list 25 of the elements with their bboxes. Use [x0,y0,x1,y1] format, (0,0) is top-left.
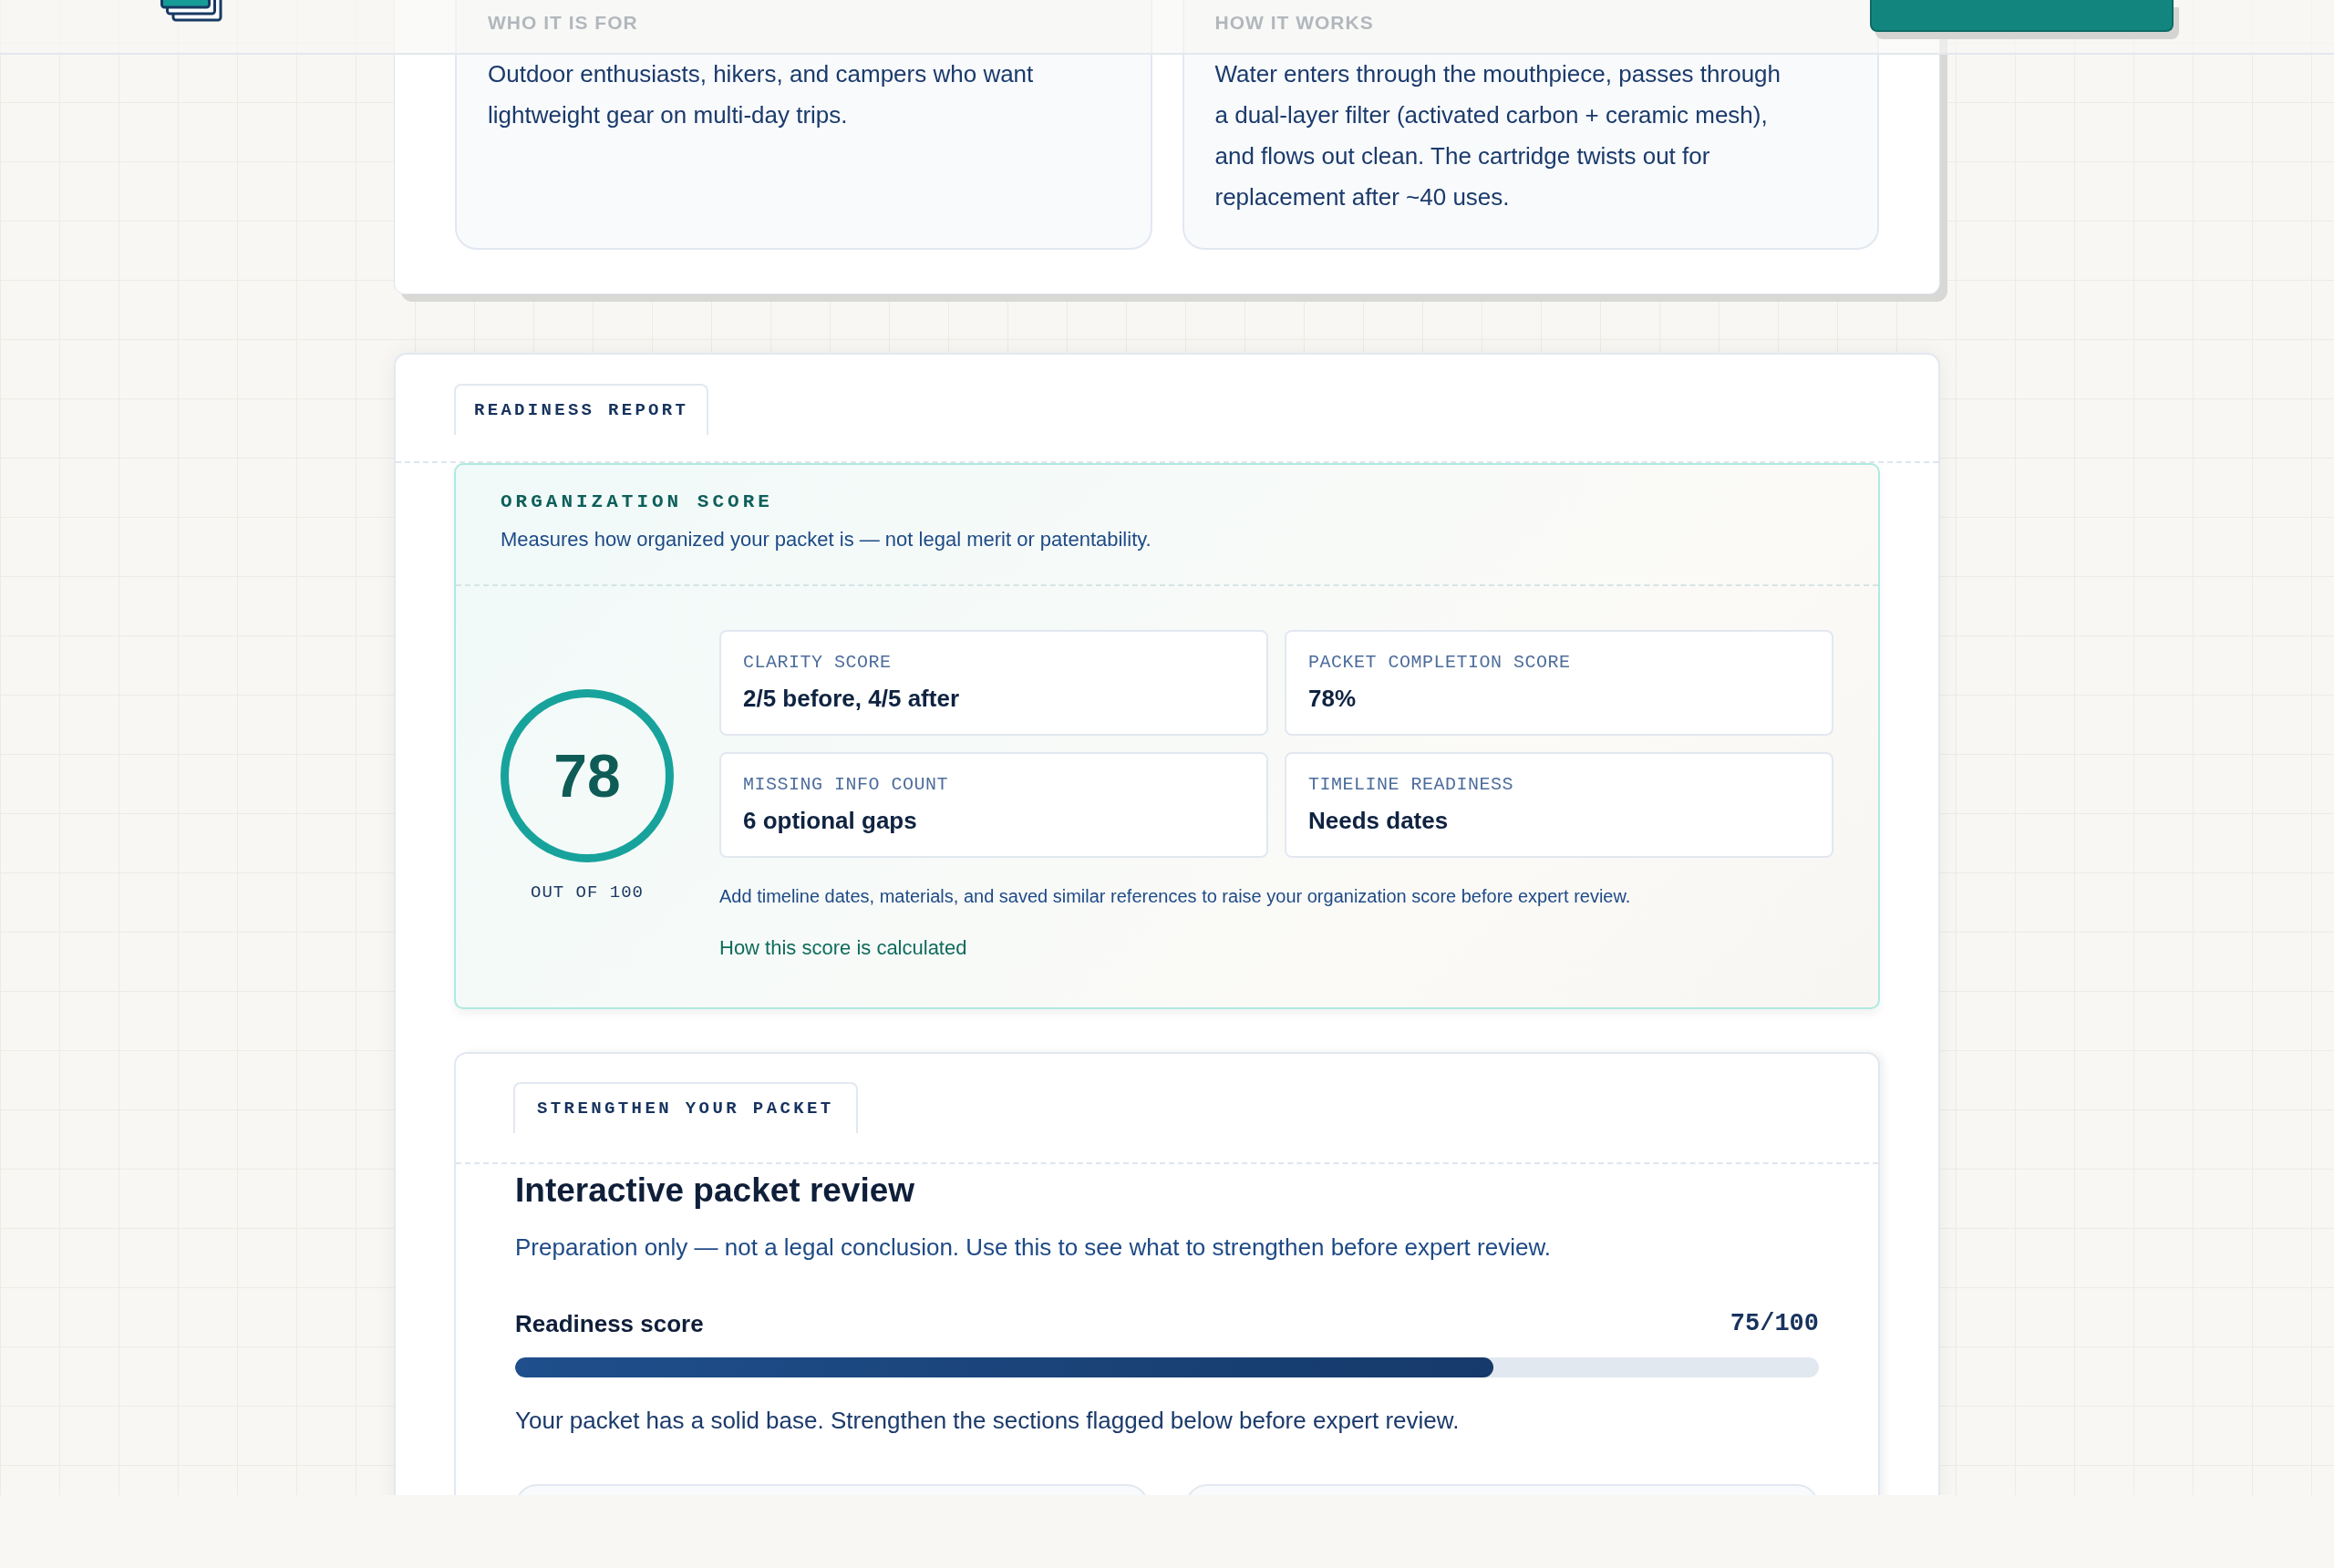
metric-label: MISSING INFO COUNT [743,774,950,796]
readiness-reading: 75/100 [1730,1309,1819,1339]
review-title: Interactive packet review [515,1171,916,1211]
score-value: 78 [553,743,621,808]
metric-value: 2/5 before, 4/5 after [743,684,960,714]
panel-subtitle: Measures how organized your packet is — not legal merit or patentability. [501,527,1152,552]
card-text: Water enters through the mouthpiece, passes through a dual-layer filter (activated carbon + ceramic mesh), and flows out clean. The cartridge twists out for replacement after ~40 uses. [1214,59,1781,212]
metric-value: 78% [1308,684,1358,714]
score-caption: OUT OF 100 [531,881,644,903]
section-label: READINESS REPORT [454,384,709,435]
review-subtitle: Preparation only — not a legal conclusion. Use this to see what to strengthen before expert review. [515,1233,1552,1263]
metric-value: Needs dates [1308,806,1450,836]
metric-value: 6 optional gaps [743,806,918,836]
metric-label: TIMELINE READINESS [1308,774,1515,796]
score-note: Add timeline dates, materials, and saved similar references to raise your organization score before expert review. [719,885,1632,908]
metric-label: CLARITY SCORE [743,652,893,674]
card-label: HOW IT WORKS [1214,12,1375,34]
section-label: STRENGTHEN YOUR PACKET [513,1082,858,1133]
panel-title: ORGANIZATION SCORE [501,490,774,514]
score-info-link[interactable]: How this score is calculated [719,934,967,962]
card-text: Outdoor enthusiasts, hikers, and campers who want lightweight gear on multi-day trips. [488,59,1035,130]
metric-label: PACKET COMPLETION SCORE [1308,652,1572,674]
readiness-label: Readiness score [515,1309,704,1339]
readiness-summary: Your packet has a solid base. Strengthen the sections flagged below before expert review. [515,1406,1461,1436]
card-label: WHO IT IS FOR [488,12,639,34]
